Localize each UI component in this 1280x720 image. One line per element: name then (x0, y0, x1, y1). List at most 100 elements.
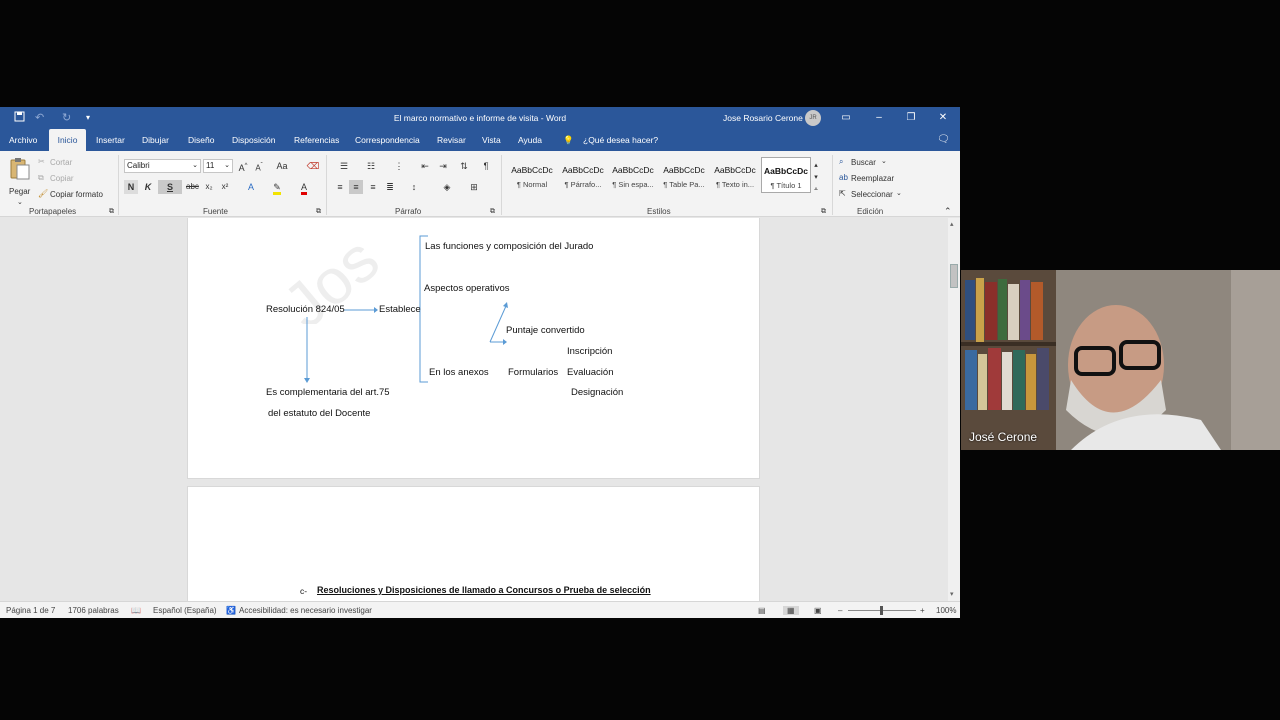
complementary-text: Es complementaria del art.75 (266, 387, 390, 398)
zoom-level[interactable]: 100% (936, 606, 956, 615)
style-preview: AaBbCcDc (562, 165, 604, 175)
bullets-icon[interactable]: ☰ (333, 159, 355, 173)
participant-name: José Cerone (969, 430, 1038, 444)
styles-more-icon[interactable]: ⩡ (811, 183, 821, 197)
paste-dropdown-icon[interactable]: ⌄ (17, 198, 23, 206)
annexes-text: En los anexos (429, 367, 489, 378)
subscript-button[interactable]: x₂ (203, 180, 215, 194)
select-button[interactable]: Seleccionar (851, 190, 893, 199)
text-effects-icon[interactable]: A (242, 180, 260, 194)
find-dropdown-icon[interactable]: ⌄ (881, 157, 887, 165)
minimize-icon[interactable]: – (871, 110, 887, 126)
scroll-thumb[interactable] (950, 264, 958, 288)
zoom-slider-thumb[interactable] (880, 606, 883, 615)
style-texto-independiente[interactable]: AaBbCcDc ¶ Texto in... (710, 157, 760, 193)
close-icon[interactable]: ✕ (935, 110, 951, 126)
paragraph-launcher-icon[interactable]: ⧉ (490, 208, 495, 216)
print-layout-icon[interactable]: ▦ (783, 606, 799, 615)
shading-icon[interactable]: ◈ (437, 180, 457, 194)
replace-button[interactable]: Reemplazar (851, 174, 894, 183)
zoom-in-icon[interactable]: + (920, 606, 925, 615)
style-name: ¶ Normal (516, 180, 548, 189)
show-marks-icon[interactable]: ¶ (479, 159, 493, 173)
tab-archivo[interactable]: Archivo (4, 129, 42, 151)
separator (118, 155, 119, 215)
style-name: ¶ Párrafo... (564, 180, 602, 189)
style-parrafo[interactable]: AaBbCcDc ¶ Párrafo... (558, 157, 608, 193)
accessibility-status[interactable]: Accesibilidad: es necesario investigar (239, 606, 372, 615)
change-case-button[interactable]: Aa (273, 159, 291, 173)
find-button[interactable]: Buscar (851, 158, 876, 167)
collapse-ribbon-icon[interactable]: ⌃ (944, 206, 952, 217)
search-icon: ⌕ (839, 157, 844, 166)
style-table-paragraph[interactable]: AaBbCcDc ¶ Table Pa... (659, 157, 709, 193)
page-2[interactable]: c- Resoluciones y Disposiciones de llama… (187, 486, 760, 601)
tab-referencias[interactable]: Referencias (289, 129, 344, 151)
style-sin-espaciado[interactable]: AaBbCcDc ¶ Sin espa... (608, 157, 658, 193)
vertical-scrollbar[interactable]: ▴ ▾ (948, 218, 960, 601)
ribbon-display-options-icon[interactable]: ▭ (838, 110, 854, 126)
tell-me-search[interactable]: ¿Qué desea hacer? (578, 129, 663, 151)
underline-button[interactable]: S (158, 180, 182, 194)
tab-ayuda[interactable]: Ayuda (513, 129, 547, 151)
scroll-up-icon[interactable]: ▴ (950, 220, 954, 228)
italic-button[interactable]: K (141, 180, 155, 194)
borders-icon[interactable]: ⊞ (463, 180, 485, 194)
numbering-icon[interactable]: ☷ (360, 159, 382, 173)
proofing-icon[interactable]: 📖 (131, 606, 141, 615)
highlight-icon[interactable]: ✎ (267, 180, 287, 195)
multilevel-list-icon[interactable]: ⋮ (388, 159, 410, 173)
word-count[interactable]: 1706 palabras (68, 606, 119, 615)
line-spacing-icon[interactable]: ↕ (404, 180, 424, 194)
scroll-down-icon[interactable]: ▾ (950, 590, 954, 598)
score-text: Puntaje convertido (506, 325, 585, 336)
paste-button[interactable]: Pegar (9, 187, 30, 196)
align-center-icon[interactable]: ≡ (349, 180, 363, 194)
format-painter-icon: 🖌 (38, 189, 49, 198)
page-count[interactable]: Página 1 de 7 (6, 606, 55, 615)
resolution-text: Resolución 824/05 (266, 304, 345, 315)
font-color-icon[interactable]: A (294, 180, 314, 195)
cut-button[interactable]: Cortar (50, 158, 72, 167)
bold-button[interactable]: N (124, 180, 138, 194)
styles-launcher-icon[interactable]: ⧉ (821, 208, 826, 216)
style-normal[interactable]: AaBbCcDc ¶ Normal (507, 157, 557, 193)
web-layout-icon[interactable]: ▣ (814, 606, 822, 615)
font-launcher-icon[interactable]: ⧉ (316, 208, 321, 216)
clipboard-launcher-icon[interactable]: ⧉ (109, 208, 114, 216)
zoom-out-icon[interactable]: – (838, 606, 842, 615)
superscript-button[interactable]: x² (219, 180, 231, 194)
strikethrough-button[interactable]: abc (186, 180, 199, 194)
clear-formatting-icon[interactable]: ⌫ (306, 159, 320, 173)
tab-inicio[interactable]: Inicio (49, 129, 86, 151)
grow-font-button[interactable]: A^ (237, 159, 249, 173)
align-left-icon[interactable]: ≡ (333, 180, 347, 194)
page-1[interactable]: Jos Las funciones y composición del Jura… (187, 218, 760, 479)
user-name[interactable]: Jose Rosario Cerone (723, 113, 803, 123)
style-titulo-1[interactable]: AaBbCcDc ¶ Título 1 (761, 157, 811, 193)
read-mode-icon[interactable]: ▤ (758, 606, 766, 615)
align-right-icon[interactable]: ≡ (366, 180, 380, 194)
tab-disposicion[interactable]: Disposición (227, 129, 280, 151)
paste-icon[interactable] (9, 157, 31, 183)
sort-icon[interactable]: ⇅ (457, 159, 471, 173)
restore-icon[interactable]: ❐ (903, 110, 919, 126)
tab-correspondencia[interactable]: Correspondencia (350, 129, 425, 151)
shrink-font-button[interactable]: Aˇ (253, 159, 265, 173)
justify-icon[interactable]: ≣ (383, 180, 397, 194)
font-name-combo[interactable]: Calibri ⌄ (124, 159, 201, 173)
avatar[interactable]: JR (805, 110, 821, 126)
font-size-combo[interactable]: 11 ⌄ (203, 159, 233, 173)
tab-diseno[interactable]: Diseño (183, 129, 219, 151)
decrease-indent-icon[interactable]: ⇤ (418, 159, 432, 173)
format-painter-button[interactable]: Copiar formato (50, 190, 103, 199)
tab-revisar[interactable]: Revisar (432, 129, 471, 151)
comments-icon[interactable]: 🗨 (932, 129, 955, 151)
copy-button[interactable]: Copiar (50, 174, 74, 183)
language[interactable]: Español (España) (153, 606, 217, 615)
select-dropdown-icon[interactable]: ⌄ (896, 189, 902, 197)
tab-vista[interactable]: Vista (477, 129, 506, 151)
tab-dibujar[interactable]: Dibujar (137, 129, 174, 151)
tab-insertar[interactable]: Insertar (91, 129, 130, 151)
increase-indent-icon[interactable]: ⇥ (436, 159, 450, 173)
